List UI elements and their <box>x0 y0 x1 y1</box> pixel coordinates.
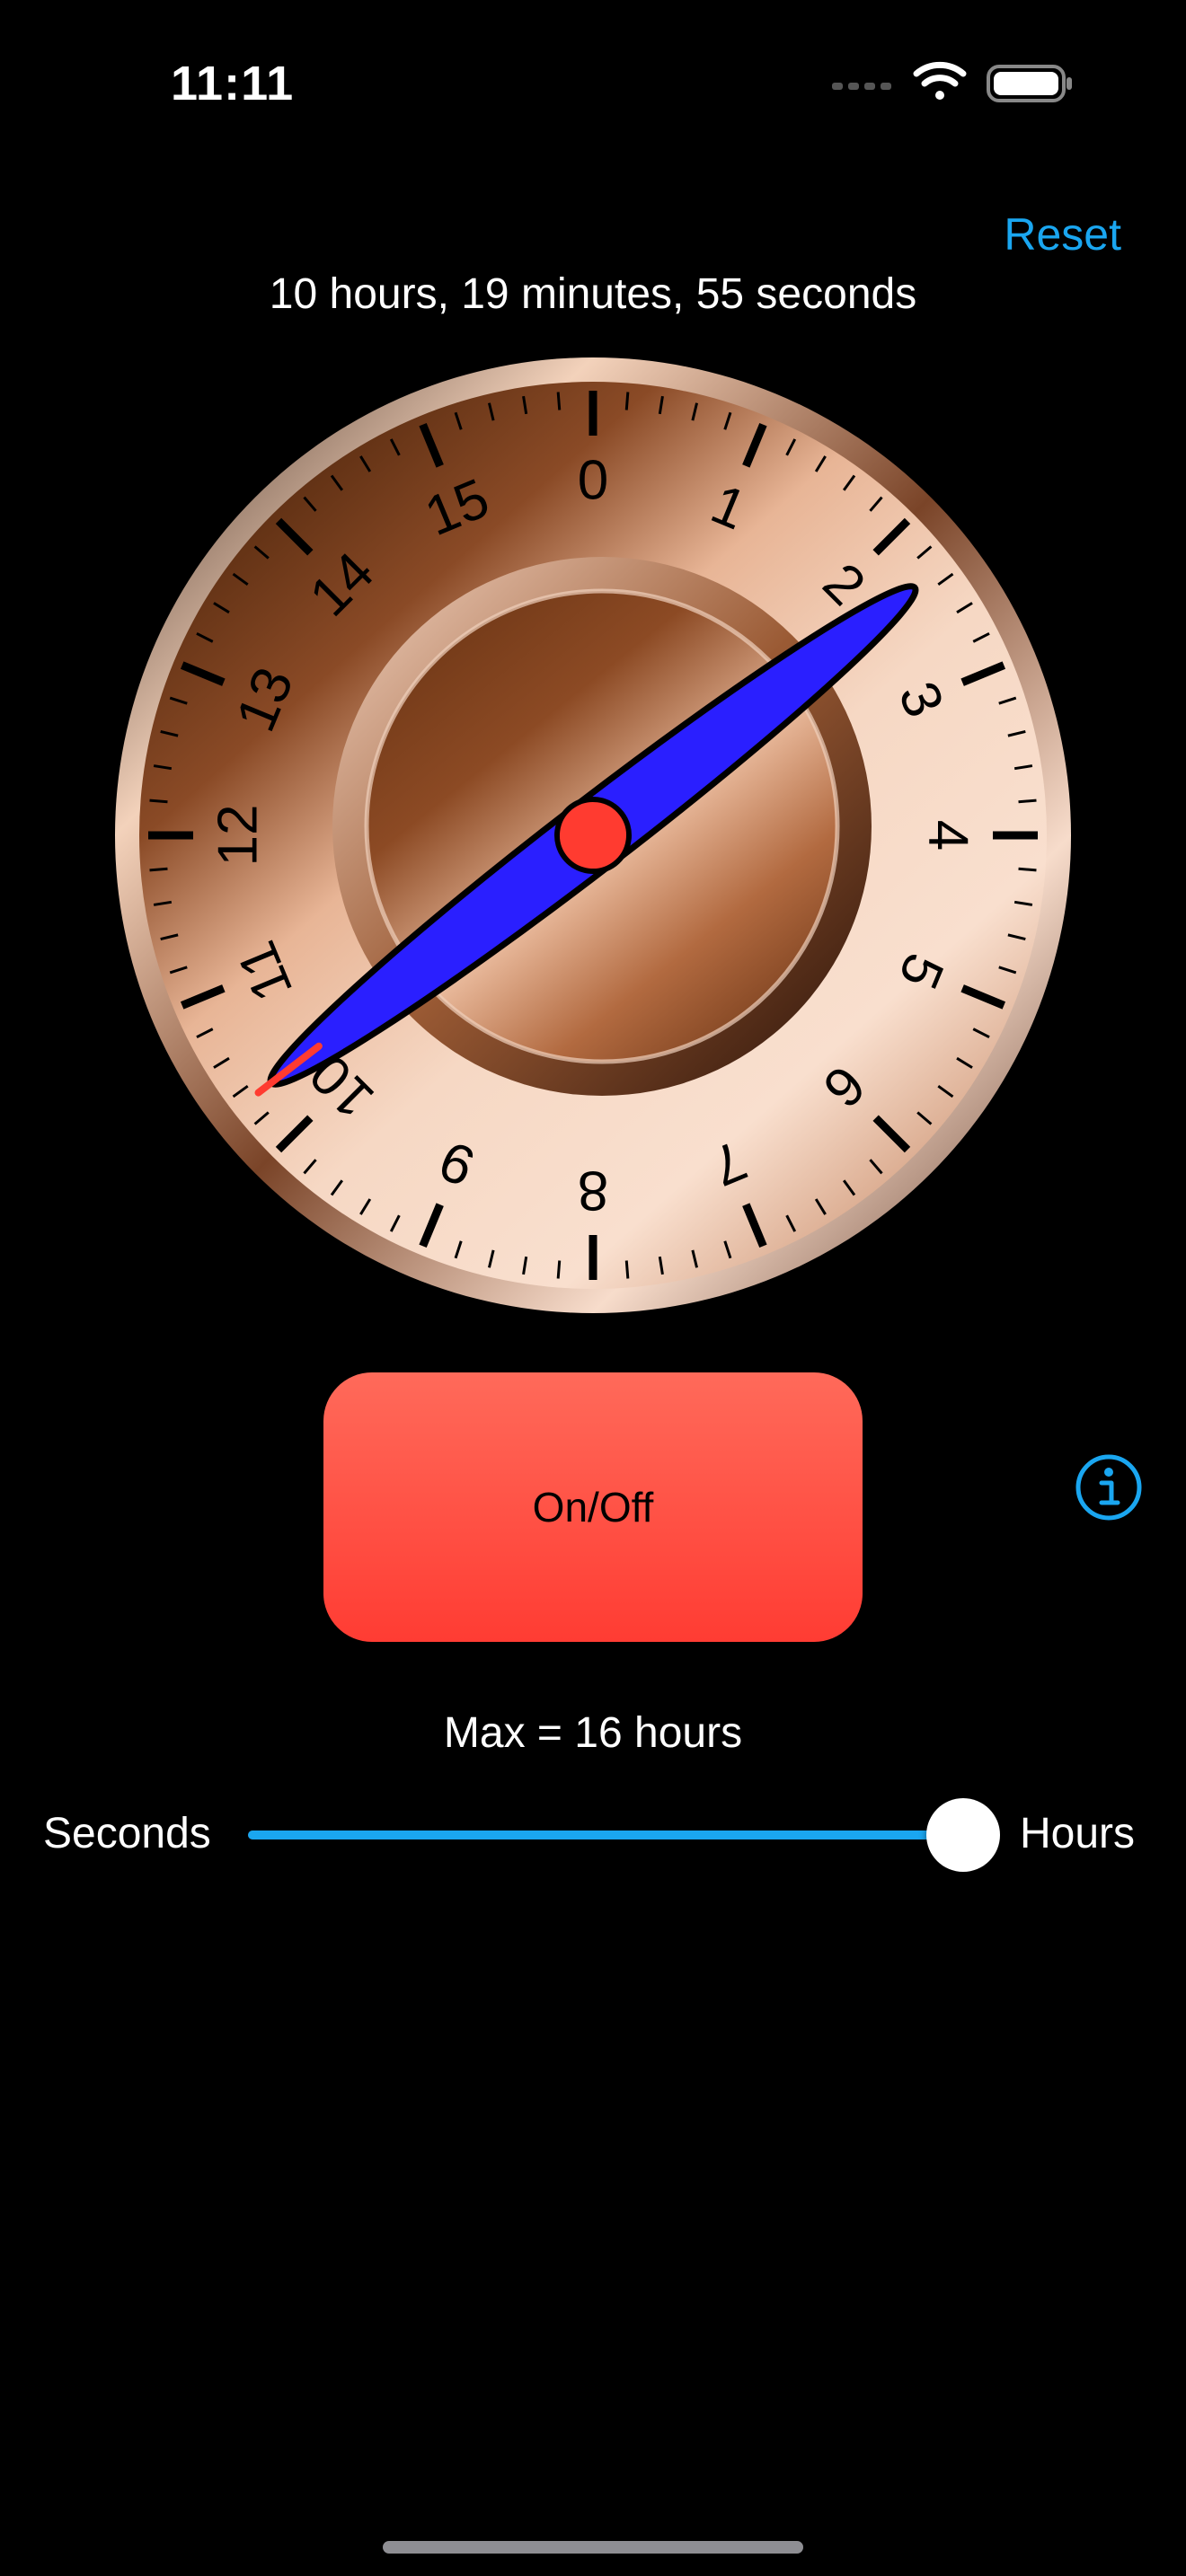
dial-minor-tick <box>624 1260 630 1279</box>
timer-dial[interactable]: 0 123456789101112131415 <box>108 350 1078 1320</box>
slider-fill <box>248 1831 963 1839</box>
dial-minor-tick <box>1018 798 1037 804</box>
cellular-signal-icon <box>832 83 891 90</box>
status-bar-time: 11:11 <box>171 57 295 110</box>
dial-minor-tick <box>556 392 562 410</box>
dial-label-8: 8 <box>578 1160 608 1222</box>
home-indicator[interactable] <box>383 2541 803 2554</box>
dial-label-12: 12 <box>208 805 270 867</box>
info-icon[interactable] <box>1075 1453 1143 1522</box>
dial-minor-tick <box>149 867 168 872</box>
status-bar-icons <box>832 61 1072 102</box>
on-off-button[interactable]: On/Off <box>323 1372 863 1642</box>
wifi-icon <box>913 61 967 100</box>
dial-minor-tick <box>556 1260 562 1279</box>
elapsed-time-label: 10 hours, 19 minutes, 55 seconds <box>269 270 917 318</box>
dial-minor-tick <box>1018 867 1037 872</box>
range-slider-row: Seconds Hours <box>0 1798 1186 1872</box>
slider-min-label: Seconds <box>43 1810 211 1857</box>
reset-button[interactable]: Reset <box>1004 208 1121 260</box>
battery-icon <box>987 65 1072 102</box>
range-slider[interactable] <box>248 1798 1000 1872</box>
slider-max-label: Hours <box>1020 1810 1136 1857</box>
dial-label-4: 4 <box>917 820 979 851</box>
dial-label-0: 0 <box>578 450 608 512</box>
slider-thumb[interactable] <box>926 1798 1000 1872</box>
dial-minor-tick <box>624 392 630 410</box>
dial-minor-tick <box>149 798 168 804</box>
max-duration-label: Max = 16 hours <box>443 1709 743 1757</box>
